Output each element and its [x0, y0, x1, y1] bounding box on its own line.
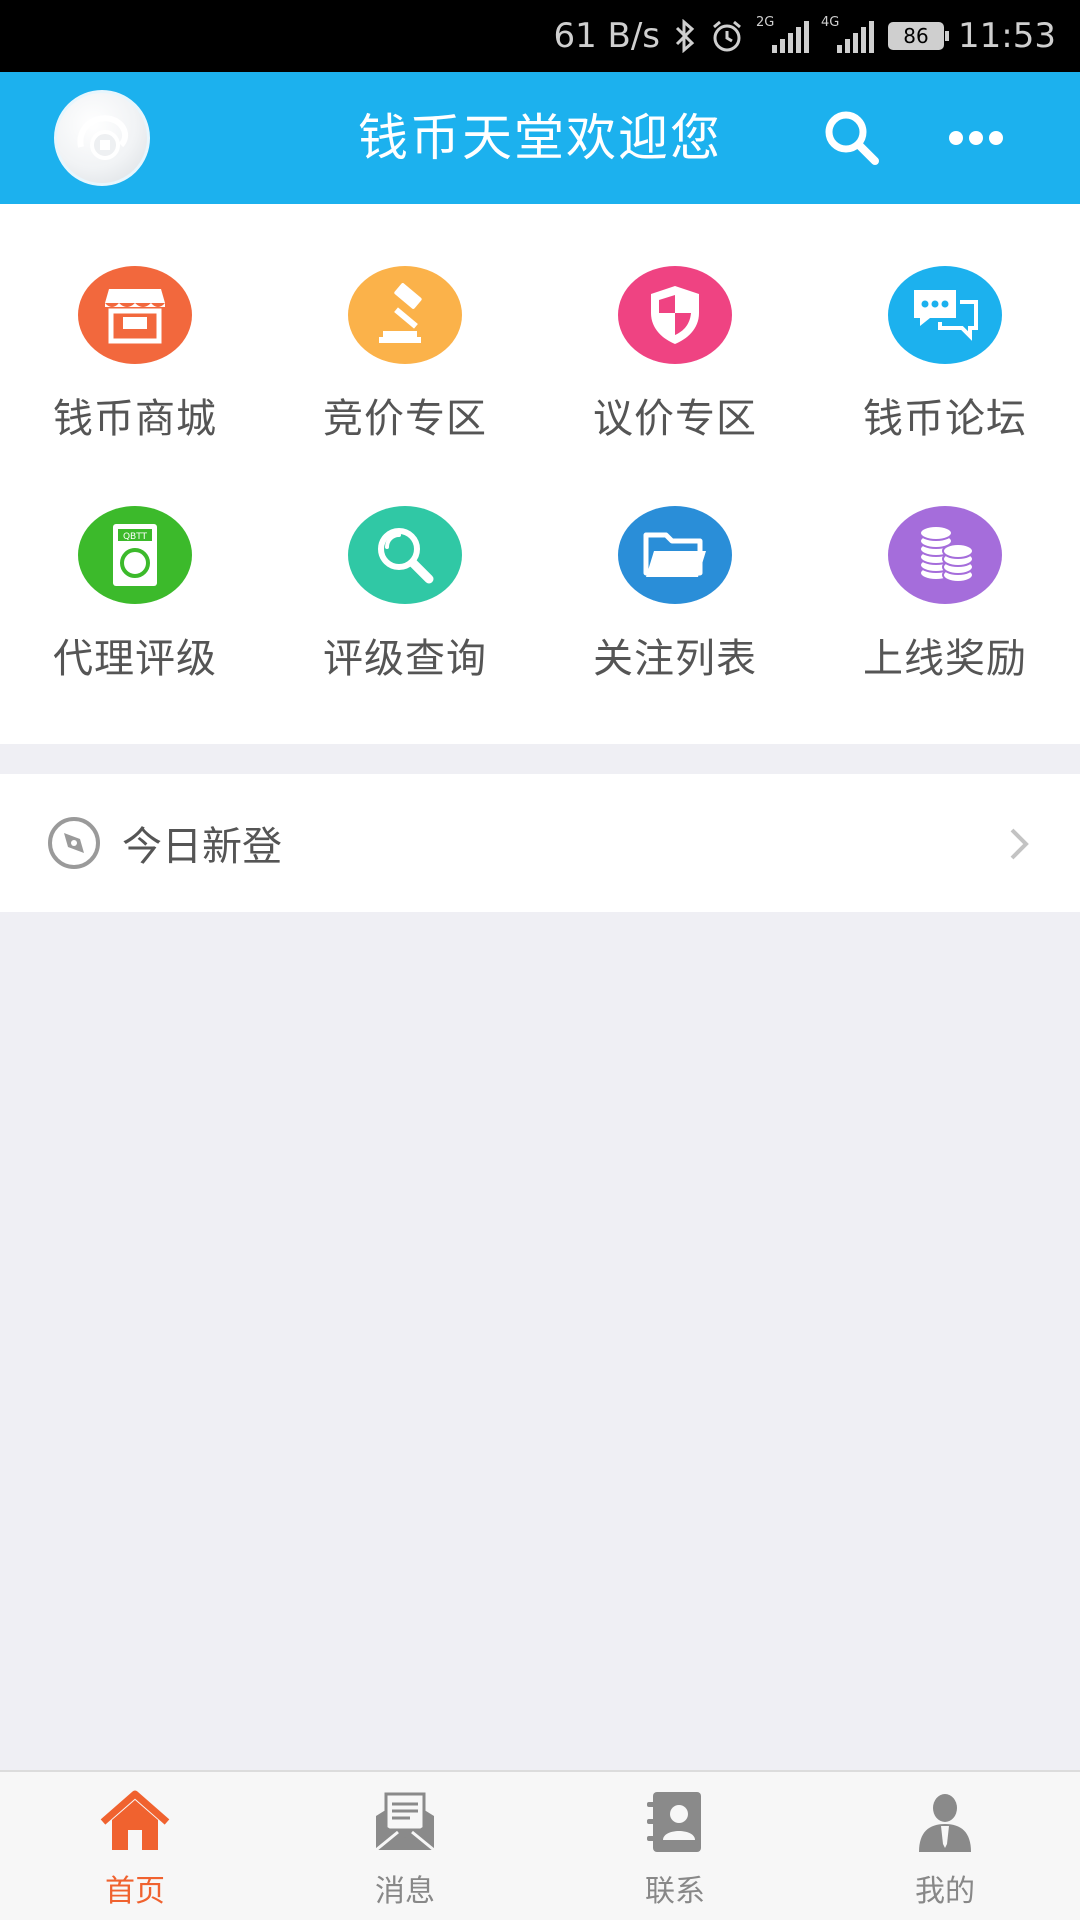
status-bar: 61 B/s 2G 4G 86 11:53: [0, 0, 1080, 72]
tab-messages[interactable]: 消息: [270, 1772, 540, 1920]
chat-icon: [888, 266, 1002, 364]
home-icon: [99, 1786, 171, 1858]
grid-item-online-reward[interactable]: 上线奖励: [810, 444, 1080, 684]
grid-item-label: 议价专区: [593, 396, 757, 442]
app-logo-icon: [77, 115, 129, 160]
chevron-right-icon: [1010, 828, 1029, 860]
grid-item-store[interactable]: 钱币商城: [0, 204, 270, 444]
network-speed: 61 B/s: [553, 16, 661, 56]
alarm-icon: [710, 19, 744, 53]
battery-icon: 86: [888, 22, 950, 50]
compass-icon: [48, 817, 100, 869]
tab-label: 我的: [915, 1874, 975, 1909]
grid-item-forum[interactable]: 钱币论坛: [810, 204, 1080, 444]
grid-item-watchlist[interactable]: 关注列表: [540, 444, 810, 684]
grid-item-label: 上线奖励: [863, 636, 1027, 682]
grid-item-label: 关注列表: [593, 636, 757, 682]
message-icon: [369, 1786, 441, 1858]
tab-label: 联系: [645, 1874, 705, 1909]
bluetooth-icon: [674, 19, 696, 53]
grid-item-negotiate[interactable]: 议价专区: [540, 204, 810, 444]
grid-item-label: 钱币商城: [53, 396, 217, 442]
list-item-today-new[interactable]: 今日新登: [0, 774, 1080, 912]
grading-box-icon: QBTT: [78, 506, 192, 604]
search-button[interactable]: [820, 106, 884, 170]
grid-item-auction[interactable]: 竞价专区: [270, 204, 540, 444]
tab-mine[interactable]: 我的: [810, 1772, 1080, 1920]
more-dot: [989, 131, 1003, 145]
signal-4g-icon: 4G: [821, 15, 875, 53]
more-button[interactable]: [944, 106, 1008, 170]
tab-home[interactable]: 首页: [0, 1772, 270, 1920]
search-icon: [825, 111, 879, 165]
tab-label: 消息: [375, 1874, 435, 1909]
user-icon: [909, 1786, 981, 1858]
grid-item-label: 评级查询: [323, 636, 487, 682]
grid-item-agent-grading[interactable]: QBTT 代理评级: [0, 444, 270, 684]
tab-contacts[interactable]: 联系: [540, 1772, 810, 1920]
more-dot: [949, 131, 963, 145]
battery-level: 86: [903, 24, 929, 48]
grading-box-text: QBTT: [123, 532, 148, 542]
grid-item-label: 代理评级: [53, 636, 217, 682]
list-item-label: 今日新登: [122, 824, 282, 870]
grid-item-label: 钱币论坛: [863, 396, 1027, 442]
bottom-tab-bar: 首页 消息 联系 我的: [0, 1770, 1080, 1920]
store-icon: [78, 266, 192, 364]
contacts-icon: [639, 1786, 711, 1858]
shield-icon: [618, 266, 732, 364]
app-header: 钱币天堂欢迎您: [0, 72, 1080, 204]
signal-2g-icon: 2G: [756, 15, 810, 53]
feature-grid: 钱币商城 竞价专区 议价专区 钱币论坛 QBTT 代理评级 评级查询 关注列表 …: [0, 204, 1080, 744]
grid-item-grading-search[interactable]: 评级查询: [270, 444, 540, 684]
page-title: 钱币天堂欢迎您: [358, 109, 722, 167]
coins-icon: [888, 506, 1002, 604]
clock: 11:53: [958, 16, 1056, 56]
folder-icon: [618, 506, 732, 604]
avatar[interactable]: [54, 90, 150, 186]
grid-item-label: 竞价专区: [323, 396, 487, 442]
gavel-icon: [348, 266, 462, 364]
tab-label: 首页: [105, 1874, 165, 1909]
magnifier-icon: [348, 506, 462, 604]
more-dot: [969, 131, 983, 145]
